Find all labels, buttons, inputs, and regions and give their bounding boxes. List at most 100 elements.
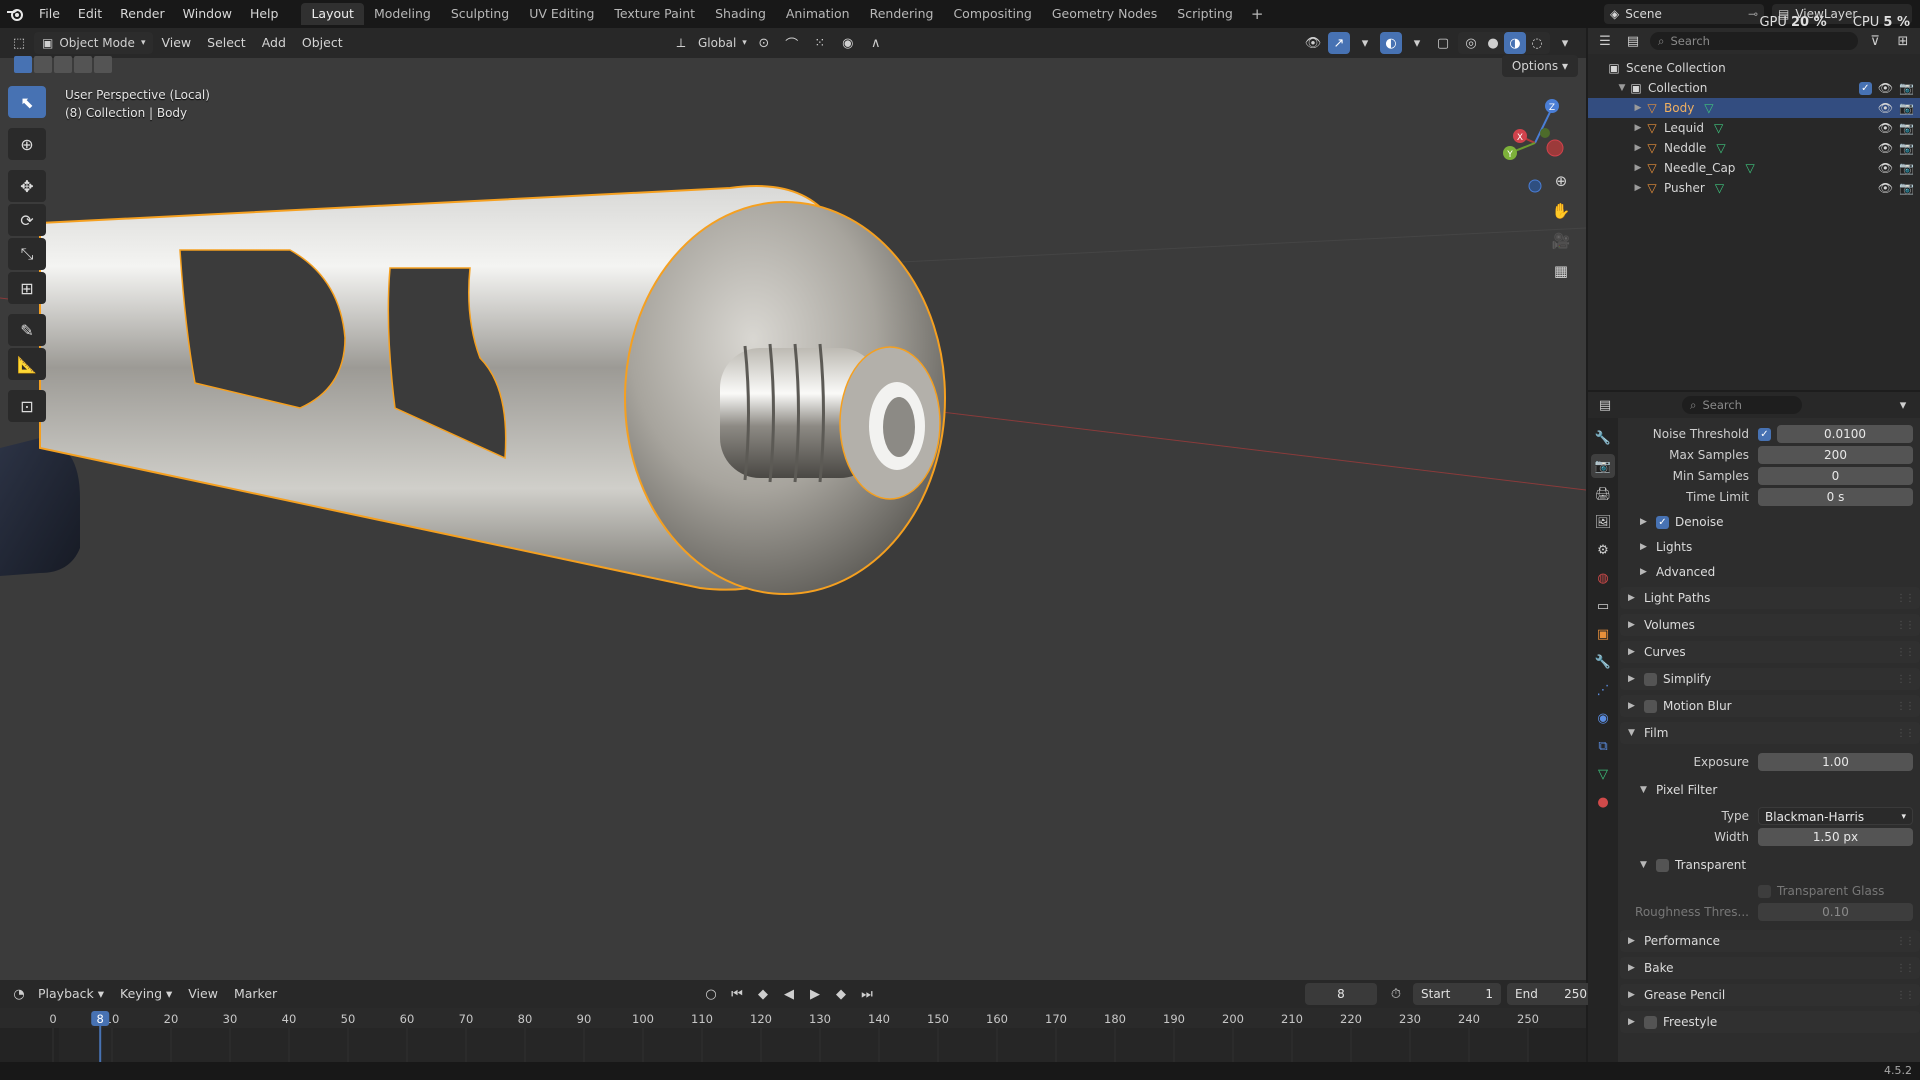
tab-sculpting[interactable]: Sculpting bbox=[441, 3, 519, 25]
chevron-right-icon[interactable]: ▶ bbox=[1632, 123, 1644, 133]
drag-handle-icon[interactable]: ⋮⋮ bbox=[1896, 701, 1915, 712]
menu-file[interactable]: File bbox=[30, 0, 69, 28]
tab-shading[interactable]: Shading bbox=[705, 3, 776, 25]
select-intersect-icon[interactable] bbox=[94, 56, 112, 73]
play-reverse-icon[interactable]: ◀ bbox=[778, 983, 800, 1005]
material-shading-icon[interactable]: ◑ bbox=[1504, 32, 1526, 54]
eye-icon[interactable]: 👁 bbox=[1878, 181, 1893, 195]
gizmo-neg-x-icon[interactable] bbox=[1546, 139, 1564, 157]
jump-end-icon[interactable]: ⏭ bbox=[856, 983, 878, 1005]
add-workspace-icon[interactable]: + bbox=[1243, 5, 1272, 23]
presets-icon[interactable]: ⋮⋮ bbox=[1896, 593, 1915, 604]
transparent-glass-checkbox[interactable] bbox=[1758, 884, 1771, 898]
blender-logo-icon[interactable] bbox=[0, 0, 30, 28]
eye-icon[interactable]: 👁 bbox=[1878, 141, 1893, 155]
motion-blur-checkbox[interactable] bbox=[1644, 699, 1657, 713]
min-samples-field[interactable]: 0 bbox=[1758, 467, 1913, 485]
proportional-edit-icon[interactable]: ◉ bbox=[837, 32, 859, 54]
camera-icon[interactable]: 📷 bbox=[1899, 161, 1914, 175]
panel-performance[interactable]: ▶ Performance ⋮⋮ bbox=[1620, 930, 1920, 952]
tab-compositing[interactable]: Compositing bbox=[943, 3, 1041, 25]
next-keyframe-icon[interactable]: ◆ bbox=[830, 983, 852, 1005]
timeline-menu-marker[interactable]: Marker bbox=[226, 983, 285, 1005]
tab-modeling[interactable]: Modeling bbox=[364, 3, 441, 25]
time-limit-field[interactable]: 0 s bbox=[1758, 488, 1913, 506]
advanced-subpanel[interactable]: ▶ Advanced bbox=[1620, 562, 1920, 582]
exposure-field[interactable]: 1.00 bbox=[1758, 753, 1913, 771]
select-new-icon[interactable] bbox=[14, 56, 32, 73]
viewport-menu-view[interactable]: View bbox=[153, 32, 199, 54]
chevron-right-icon[interactable]: ▶ bbox=[1632, 143, 1644, 153]
tool-tab-icon[interactable]: 🔧 bbox=[1591, 426, 1615, 450]
overlay-dropdown-icon[interactable]: ▾ bbox=[1406, 32, 1428, 54]
tab-layout[interactable]: Layout bbox=[301, 3, 364, 25]
mode-selector[interactable]: ▣ Object Mode ▾ bbox=[34, 32, 154, 54]
freestyle-checkbox[interactable] bbox=[1644, 1015, 1657, 1029]
drag-handle-icon[interactable]: ⋮⋮ bbox=[1896, 674, 1915, 685]
transform-tool-icon[interactable]: ⊞ bbox=[8, 272, 46, 304]
viewport-menu-select[interactable]: Select bbox=[199, 32, 254, 54]
add-cube-tool-icon[interactable]: ⊡ bbox=[8, 390, 46, 422]
world-tab-icon[interactable]: ◍ bbox=[1591, 566, 1615, 590]
measure-tool-icon[interactable]: 📐 bbox=[8, 348, 46, 380]
wireframe-shading-icon[interactable]: ◎ bbox=[1460, 32, 1482, 54]
snap-target-icon[interactable]: ⁙ bbox=[809, 32, 831, 54]
collection-row[interactable]: ▼ ▣ Collection ✓ 👁 📷 bbox=[1588, 78, 1920, 98]
select-subtract-icon[interactable] bbox=[54, 56, 72, 73]
lights-subpanel[interactable]: ▶ Lights bbox=[1620, 537, 1920, 557]
editor-type-icon[interactable]: ⬚ bbox=[8, 32, 30, 54]
panel-motion-blur[interactable]: ▶ Motion Blur ⋮⋮ bbox=[1620, 695, 1920, 717]
panel-light-paths[interactable]: ▶ Light Paths ⋮⋮ bbox=[1620, 587, 1920, 609]
exclude-checkbox[interactable]: ✓ bbox=[1858, 81, 1872, 95]
denoise-subpanel[interactable]: ▶ ✓ Denoise bbox=[1620, 512, 1920, 532]
menu-edit[interactable]: Edit bbox=[69, 0, 111, 28]
end-frame-field[interactable]: End 250 bbox=[1507, 983, 1595, 1005]
presets-icon[interactable]: ⋮⋮ bbox=[1896, 936, 1915, 947]
zoom-icon[interactable]: ⊕ bbox=[1548, 170, 1574, 192]
object-tab-icon[interactable]: ▣ bbox=[1591, 622, 1615, 646]
panel-volumes[interactable]: ▶ Volumes ⋮⋮ bbox=[1620, 614, 1920, 636]
mesh-data-icon[interactable]: ▽ bbox=[1715, 181, 1724, 195]
rendered-shading-icon[interactable]: ◌ bbox=[1526, 32, 1548, 54]
scene-collection-row[interactable]: ▣ Scene Collection bbox=[1588, 58, 1920, 78]
mesh-data-icon[interactable]: ▽ bbox=[1745, 161, 1754, 175]
physics-tab-icon[interactable]: ◉ bbox=[1591, 706, 1615, 730]
pivot-icon[interactable]: ⊙ bbox=[753, 32, 775, 54]
display-mode-icon[interactable]: ▤ bbox=[1622, 30, 1644, 52]
start-frame-field[interactable]: Start 1 bbox=[1413, 983, 1501, 1005]
viewport-menu-add[interactable]: Add bbox=[254, 32, 294, 54]
visibility-icon[interactable]: 👁 bbox=[1302, 32, 1324, 54]
roughness-threshold-field[interactable]: 0.10 bbox=[1758, 903, 1913, 921]
timeline-menu-keying[interactable]: Keying ▾ bbox=[112, 983, 180, 1005]
noise-threshold-checkbox[interactable]: ✓ bbox=[1758, 427, 1771, 441]
outliner-item-pusher[interactable]: ▶ ▽ Pusher ▽ 👁 📷 bbox=[1588, 178, 1920, 198]
play-icon[interactable]: ▶ bbox=[804, 983, 826, 1005]
jump-start-icon[interactable]: ⏮ bbox=[726, 983, 748, 1005]
particles-tab-icon[interactable]: ⋰ bbox=[1591, 678, 1615, 702]
tab-rendering[interactable]: Rendering bbox=[860, 3, 944, 25]
panel-simplify[interactable]: ▶ Simplify ⋮⋮ bbox=[1620, 668, 1920, 690]
outliner-item-body[interactable]: ▶ ▽ Body ▽ 👁 📷 bbox=[1588, 98, 1920, 118]
scene-tab-icon[interactable]: ⚙ bbox=[1591, 538, 1615, 562]
outliner-item-needle-cap[interactable]: ▶ ▽ Needle_Cap ▽ 👁 📷 bbox=[1588, 158, 1920, 178]
orientation-label[interactable]: Global bbox=[698, 36, 736, 50]
mesh-data-icon[interactable]: ▽ bbox=[1704, 101, 1713, 115]
outliner-item-neddle[interactable]: ▶ ▽ Neddle ▽ 👁 📷 bbox=[1588, 138, 1920, 158]
chevron-right-icon[interactable]: ▶ bbox=[1632, 163, 1644, 173]
collection-tab-icon[interactable]: ▭ bbox=[1591, 594, 1615, 618]
gizmo-toggle-icon[interactable]: ↗ bbox=[1328, 32, 1350, 54]
camera-view-icon[interactable]: 🎥 bbox=[1548, 230, 1574, 252]
cursor-tool-icon[interactable]: ⊕ bbox=[8, 128, 46, 160]
tab-geometry-nodes[interactable]: Geometry Nodes bbox=[1042, 3, 1167, 25]
tab-scripting[interactable]: Scripting bbox=[1167, 3, 1243, 25]
data-tab-icon[interactable]: ▽ bbox=[1591, 762, 1615, 786]
simplify-checkbox[interactable] bbox=[1644, 672, 1657, 686]
pixel-filter-subpanel[interactable]: ▼ Pixel Filter bbox=[1620, 780, 1920, 800]
current-frame-field[interactable]: 8 bbox=[1305, 983, 1377, 1005]
tab-animation[interactable]: Animation bbox=[776, 3, 860, 25]
camera-icon[interactable]: 📷 bbox=[1899, 181, 1914, 195]
filter-width-field[interactable]: 1.50 px bbox=[1758, 828, 1913, 846]
3d-viewport[interactable]: ⬚ ▣ Object Mode ▾ View Select Add Object… bbox=[0, 28, 1586, 980]
stopwatch-icon[interactable]: ⏱ bbox=[1385, 983, 1407, 1005]
scale-tool-icon[interactable]: ⤡ bbox=[8, 238, 46, 270]
